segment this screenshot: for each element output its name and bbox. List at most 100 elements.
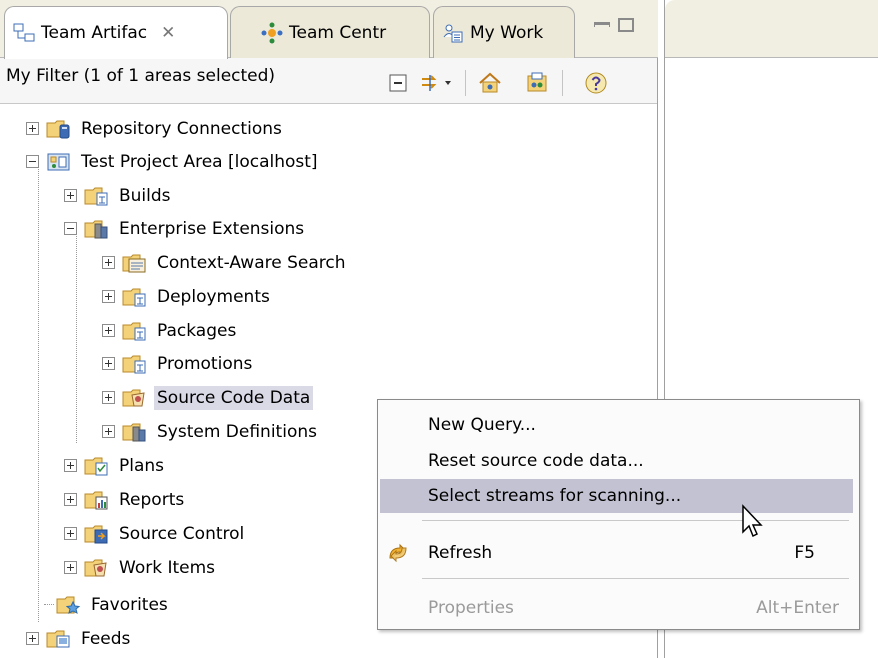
tab-label: My Work (470, 22, 544, 43)
mouse-pointer-icon (742, 504, 763, 538)
context-menu: New Query... Reset source code data... S… (377, 399, 860, 630)
deployments-folder-icon (122, 288, 146, 306)
tab-my-work[interactable]: My Work (433, 6, 575, 58)
filter-label: My Filter (1 of 1 areas selected) (6, 66, 276, 86)
expand-icon[interactable] (102, 324, 115, 337)
view-window-controls (594, 18, 634, 32)
tree-item-label: Feeds (81, 628, 131, 649)
menu-item-label: Reset source code data... (428, 451, 644, 471)
expand-icon[interactable] (64, 493, 77, 506)
expand-icon[interactable] (64, 459, 77, 472)
menu-item-label: Properties (428, 598, 514, 618)
system-definitions-icon (122, 423, 146, 441)
expand-icon[interactable] (64, 189, 77, 202)
tree-item-label: System Definitions (157, 421, 317, 442)
expand-icon[interactable] (102, 357, 115, 370)
tree-item-label: Enterprise Extensions (119, 218, 305, 239)
expand-icon[interactable] (102, 290, 115, 303)
tree-item-feeds[interactable]: Feeds (26, 622, 133, 655)
tree-item-label: Work Items (119, 557, 216, 578)
tab-team-central[interactable]: Team Centr (230, 6, 430, 58)
plans-folder-icon (84, 457, 108, 475)
reports-folder-icon (84, 491, 108, 509)
maximize-icon[interactable] (618, 18, 634, 32)
tree-item-label: Packages (157, 320, 237, 341)
tree-item-label: Test Project Area [localhost] (81, 151, 318, 172)
expand-icon[interactable] (102, 391, 115, 404)
filter-toolbar: My Filter (1 of 1 areas selected) (0, 58, 657, 104)
tree-connector (76, 223, 77, 443)
tree-item-label: Builds (119, 185, 171, 206)
menu-item-label: Refresh (428, 543, 493, 563)
expand-icon[interactable] (64, 527, 77, 540)
collapse-icon[interactable] (64, 222, 77, 235)
menu-item-select-streams[interactable]: Select streams for scanning... (380, 479, 853, 513)
menu-item-new-query[interactable]: New Query... (380, 408, 853, 442)
tree-item-repository-connections[interactable]: Repository Connections (26, 112, 285, 145)
tree-connector (44, 604, 54, 605)
menu-item-shortcut: F5 (794, 543, 815, 563)
expand-icon[interactable] (102, 425, 115, 438)
menu-separator (422, 520, 849, 521)
collapse-all-icon[interactable] (386, 71, 410, 95)
builds-folder-icon (84, 187, 108, 205)
tree-item-source-code-data[interactable]: Source Code Data (102, 381, 314, 414)
enterprise-extensions-icon (84, 220, 108, 238)
my-work-icon (443, 24, 463, 42)
project-areas-icon[interactable] (478, 71, 502, 95)
tree-item-label: Deployments (157, 286, 270, 307)
expand-icon[interactable] (64, 561, 77, 574)
tree-item-reports[interactable]: Reports (64, 483, 187, 516)
source-control-folder-icon (84, 525, 108, 543)
expand-icon[interactable] (102, 256, 115, 269)
close-icon[interactable]: ✕ (161, 23, 175, 43)
favorites-folder-icon (56, 596, 81, 614)
menu-separator (422, 578, 849, 579)
team-central-icon (261, 22, 283, 43)
tree-item-source-control[interactable]: Source Control (64, 517, 247, 550)
tab-team-artifacts[interactable]: Team Artifac ✕ (4, 6, 228, 59)
minimize-icon[interactable] (594, 22, 610, 27)
sync-filter-icon[interactable] (418, 71, 456, 95)
work-items-folder-icon (84, 559, 107, 576)
menu-item-refresh[interactable]: Refresh F5 (380, 536, 853, 570)
tab-label: Team Centr (289, 22, 387, 43)
tree-item-plans[interactable]: Plans (64, 449, 167, 482)
menu-item-properties[interactable]: Properties Alt+Enter (380, 591, 853, 625)
tree-item-enterprise-extensions[interactable]: Enterprise Extensions (64, 212, 307, 245)
menu-item-shortcut: Alt+Enter (756, 598, 839, 618)
refresh-icon (389, 543, 407, 563)
help-icon[interactable] (584, 71, 608, 95)
tree-item-label: Repository Connections (81, 118, 282, 139)
tree-item-packages[interactable]: Packages (102, 314, 239, 347)
repository-connections-icon (46, 120, 70, 138)
collapse-icon[interactable] (26, 155, 39, 168)
tree-item-favorites[interactable]: Favorites (44, 588, 171, 621)
project-area-icon (47, 153, 70, 170)
tree-item-builds[interactable]: Builds (64, 179, 174, 212)
view-tab-bar: Team Artifac ✕ Team Centr My Work (0, 0, 658, 59)
editor-tab-bar (665, 0, 878, 58)
promotions-folder-icon (122, 355, 146, 373)
tree-item-work-items[interactable]: Work Items (64, 551, 218, 584)
tab-label: Team Artifac (41, 23, 148, 43)
tree-connector (38, 157, 39, 622)
tree-item-test-project-area[interactable]: Test Project Area [localhost] (26, 145, 321, 178)
feeds-folder-icon (46, 630, 70, 647)
team-areas-icon[interactable] (525, 71, 549, 95)
menu-item-label: Select streams for scanning... (428, 486, 682, 506)
tree-item-system-definitions[interactable]: System Definitions (102, 415, 320, 448)
tree-item-promotions[interactable]: Promotions (102, 347, 255, 380)
tree-item-context-aware-search[interactable]: Context-Aware Search (102, 246, 349, 279)
tree-item-deployments[interactable]: Deployments (102, 280, 273, 313)
menu-item-reset-source-code-data[interactable]: Reset source code data... (380, 444, 853, 478)
tree-item-label: Favorites (91, 594, 168, 615)
tree-item-label: Plans (119, 455, 165, 476)
expand-icon[interactable] (26, 122, 39, 135)
tree-item-label: Reports (119, 489, 185, 510)
tree-item-label: Promotions (157, 353, 253, 374)
team-artifacts-icon (13, 23, 35, 42)
source-code-data-icon (122, 389, 145, 406)
expand-icon[interactable] (26, 632, 39, 645)
context-aware-search-icon (122, 254, 146, 272)
